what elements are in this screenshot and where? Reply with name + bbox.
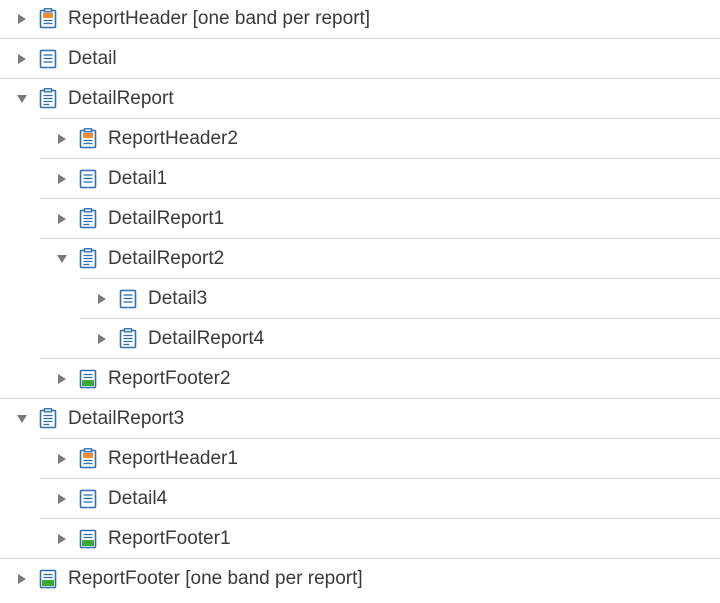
report-band-tree: ReportHeader [one band per report] Detail… [0, 0, 720, 603]
tree-row-label: DetailReport4 [148, 327, 265, 349]
tree-row-label: ReportHeader [one band per report] [68, 7, 371, 29]
tree-row[interactable]: DetailReport2 [40, 238, 720, 278]
tree-row-label: DetailReport3 [68, 407, 185, 429]
tree-row-label: DetailReport [68, 87, 174, 109]
detail-band-icon [79, 488, 97, 509]
expand-arrow-icon[interactable] [14, 51, 30, 67]
expand-arrow-icon[interactable] [54, 171, 70, 187]
tree-row-label: ReportFooter2 [108, 367, 231, 389]
tree-row[interactable]: Detail3 [80, 278, 720, 318]
report-footer-icon [79, 528, 97, 549]
tree-row-label: ReportFooter [one band per report] [68, 567, 363, 589]
tree-row[interactable]: DetailReport [0, 78, 720, 118]
detail-report-icon [119, 328, 137, 349]
report-header-icon [79, 128, 97, 149]
tree-row[interactable]: DetailReport3 [0, 398, 720, 438]
detail-report-icon [39, 408, 57, 429]
tree-row[interactable]: Detail4 [40, 478, 720, 518]
expand-arrow-icon[interactable] [54, 371, 70, 387]
expand-arrow-icon[interactable] [14, 571, 30, 587]
tree-row-label: ReportHeader2 [108, 127, 238, 149]
collapse-arrow-icon[interactable] [14, 91, 30, 107]
tree-row[interactable]: ReportFooter [one band per report] [0, 558, 720, 598]
collapse-arrow-icon[interactable] [14, 411, 30, 427]
expand-arrow-icon[interactable] [54, 211, 70, 227]
tree-row[interactable]: ReportHeader2 [40, 118, 720, 158]
report-footer-icon [39, 568, 57, 589]
report-header-icon [79, 448, 97, 469]
detail-report-icon [79, 208, 97, 229]
tree-row[interactable]: ReportFooter2 [40, 358, 720, 398]
collapse-arrow-icon[interactable] [54, 251, 70, 267]
detail-band-icon [79, 168, 97, 189]
tree-row[interactable]: ReportFooter1 [40, 518, 720, 558]
tree-row-label: DetailReport2 [108, 247, 225, 269]
tree-row[interactable]: ReportHeader1 [40, 438, 720, 478]
report-footer-icon [79, 368, 97, 389]
tree-row-label: ReportHeader1 [108, 447, 238, 469]
expand-arrow-icon[interactable] [94, 291, 110, 307]
tree-row-label: Detail3 [148, 287, 208, 309]
tree-row-label: Detail1 [108, 167, 168, 189]
expand-arrow-icon[interactable] [94, 331, 110, 347]
expand-arrow-icon[interactable] [54, 451, 70, 467]
tree-row-label: ReportFooter1 [108, 527, 231, 549]
detail-report-icon [79, 248, 97, 269]
detail-report-icon [39, 88, 57, 109]
tree-row[interactable]: DetailReport4 [80, 318, 720, 358]
tree-row[interactable]: DetailReport1 [40, 198, 720, 238]
report-header-icon [39, 8, 57, 29]
tree-row-label: DetailReport1 [108, 207, 225, 229]
detail-band-icon [119, 288, 137, 309]
tree-row[interactable]: ReportHeader [one band per report] [0, 0, 720, 38]
expand-arrow-icon[interactable] [54, 531, 70, 547]
expand-arrow-icon[interactable] [54, 131, 70, 147]
expand-arrow-icon[interactable] [54, 491, 70, 507]
expand-arrow-icon[interactable] [14, 11, 30, 27]
detail-band-icon [39, 48, 57, 69]
tree-row-label: Detail4 [108, 487, 168, 509]
tree-row[interactable]: Detail1 [40, 158, 720, 198]
tree-row[interactable]: Detail [0, 38, 720, 78]
tree-row-label: Detail [68, 47, 117, 69]
